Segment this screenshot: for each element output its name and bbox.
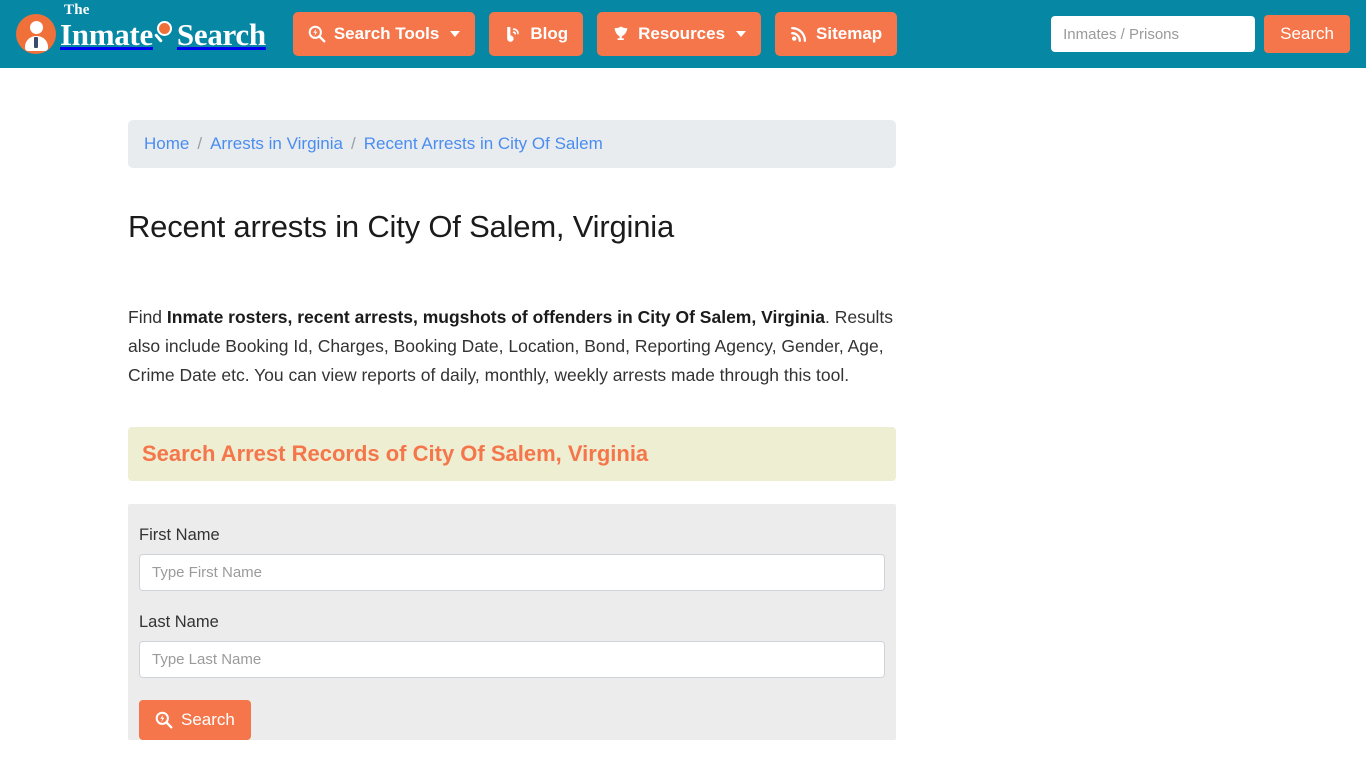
site-header: The Inmate Search Search Tools Blog Reso… [0,0,1366,68]
description-bold: Inmate rosters, recent arrests, mugshots… [166,307,825,327]
section-header-bar: Search Arrest Records of City Of Salem, … [128,427,896,481]
header-search-button[interactable]: Search [1264,15,1350,53]
page-title: Recent arrests in City Of Salem, Virgini… [128,209,674,244]
nav-search-tools-button[interactable]: Search Tools [292,12,476,56]
nav-blog-button[interactable]: Blog [489,12,584,56]
nav-search-tools-label: Search Tools [333,24,440,43]
nav-sitemap-label: Sitemap [816,24,883,43]
logo-text: The Inmate Search [60,2,266,50]
last-name-input[interactable] [139,641,885,678]
chevron-down-icon [450,31,461,37]
form-search-button[interactable]: Search [139,700,251,740]
breadcrumb: Home / Arrests in Virginia / Recent Arre… [128,120,896,168]
first-name-field-group: First Name [139,526,885,591]
content-column: Home / Arrests in Virginia / Recent Arre… [128,120,896,740]
site-logo[interactable]: The Inmate Search [16,2,266,58]
form-search-button-label: Search [181,710,235,729]
rss-icon [790,25,808,43]
nav-resources-label: Resources [638,24,726,43]
logo-the-text: The [64,1,90,18]
main-nav: Search Tools Blog Resources Sitemap [292,12,898,56]
breadcrumb-separator: / [351,134,356,153]
breadcrumb-item-current[interactable]: Recent Arrests in City Of Salem [364,134,603,154]
chevron-down-icon [736,31,747,37]
person-icon [16,14,56,54]
last-name-field-group: Last Name [139,613,885,678]
header-search: Search [1051,15,1350,53]
section-header-title: Search Arrest Records of City Of Salem, … [142,441,649,466]
nav-sitemap-button[interactable]: Sitemap [775,12,898,56]
breadcrumb-item-arrests-in-virginia[interactable]: Arrests in Virginia [210,134,343,154]
leaf-icon [612,25,630,43]
breadcrumb-separator: / [197,134,203,153]
magnifier-bolt-icon [155,711,173,729]
description-lead: Find [128,307,167,327]
page-description: Find Inmate rosters, recent arrests, mug… [128,303,896,390]
header-search-input[interactable] [1051,16,1256,52]
first-name-input[interactable] [139,554,885,591]
nav-blog-label: Blog [530,24,569,43]
logo-main-text: Inmate Search [60,19,266,50]
breadcrumb-item-home[interactable]: Home [144,134,189,154]
first-name-label: First Name [139,526,220,544]
nav-resources-button[interactable]: Resources [597,12,762,56]
magnifier-bolt-icon [308,25,326,43]
page-body: Home / Arrests in Virginia / Recent Arre… [0,68,1366,740]
arrest-search-form: First Name Last Name Search [128,504,896,740]
last-name-label: Last Name [139,613,219,631]
logo-word-inmate: Inmate [60,16,153,52]
logo-word-search: Search [176,16,266,52]
magnifier-icon [154,19,176,45]
blog-b-icon [504,25,522,43]
